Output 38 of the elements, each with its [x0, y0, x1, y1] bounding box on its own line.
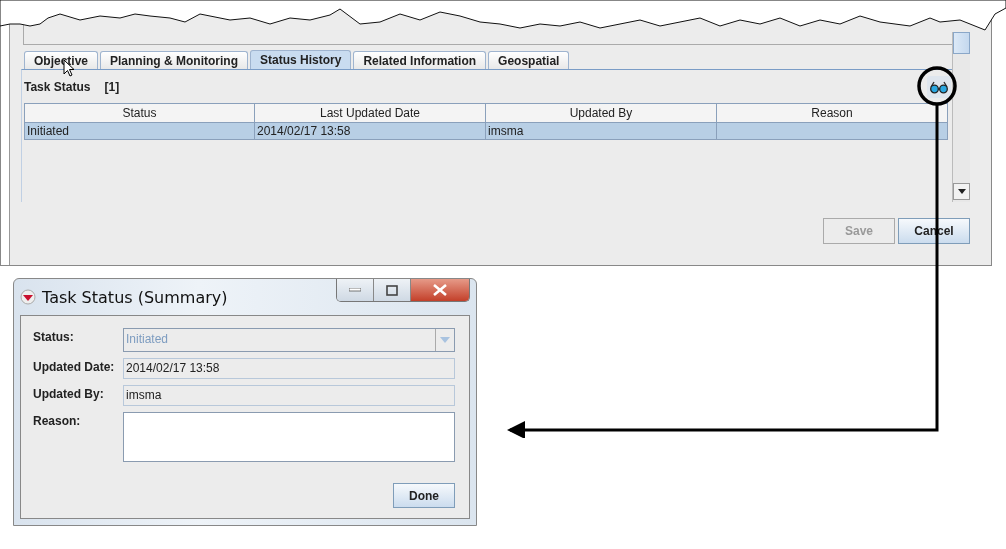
- field-label: Updated Date:: [33, 359, 116, 374]
- app-icon: [20, 289, 36, 305]
- table-cell: imsma: [486, 123, 717, 140]
- column-header[interactable]: Updated By: [486, 103, 717, 123]
- field-label: Updated By:: [33, 386, 105, 401]
- section-title: Task Status: [24, 79, 91, 94]
- table-row[interactable]: Initiated 2014/02/17 13:58 imsma: [24, 123, 948, 140]
- field-label: Status:: [33, 329, 75, 344]
- scroll-down-button[interactable]: [953, 183, 970, 200]
- vertical-scrollbar[interactable]: [952, 32, 970, 202]
- dropdown-arrow-icon: [440, 337, 450, 343]
- tab[interactable]: Objective: [24, 51, 99, 69]
- done-button[interactable]: Done: [393, 483, 455, 508]
- tab[interactable]: Planning & Monitoring: [100, 51, 248, 69]
- tab[interactable]: Related Information: [353, 51, 487, 69]
- field-label: Reason:: [33, 413, 82, 428]
- minimize-icon: [349, 288, 361, 292]
- maximize-icon: [386, 284, 398, 296]
- table-cell: Initiated: [24, 123, 255, 140]
- column-header[interactable]: Last Updated Date: [255, 103, 486, 123]
- dialog-title: Task Status (Summary): [42, 287, 228, 307]
- view-button[interactable]: [927, 75, 951, 98]
- text-field[interactable]: 2014/02/17 13:58: [123, 358, 455, 379]
- reason-field[interactable]: [123, 412, 455, 462]
- record-count: [1]: [104, 79, 120, 94]
- column-header[interactable]: Reason: [717, 103, 948, 123]
- minimize-button[interactable]: [337, 279, 374, 301]
- tab[interactable]: Geospatial: [488, 51, 570, 69]
- close-icon: [433, 284, 447, 296]
- maximize-button[interactable]: [374, 279, 411, 301]
- column-header[interactable]: Status: [24, 103, 255, 123]
- table-cell: 2014/02/17 13:58: [255, 123, 486, 140]
- close-button[interactable]: [411, 279, 469, 301]
- tab[interactable]: Status History: [250, 50, 352, 69]
- down-arrow-icon: [957, 189, 966, 194]
- text-field[interactable]: imsma: [123, 385, 455, 406]
- glasses-icon: [929, 79, 949, 94]
- scroll-thumb[interactable]: [953, 32, 970, 54]
